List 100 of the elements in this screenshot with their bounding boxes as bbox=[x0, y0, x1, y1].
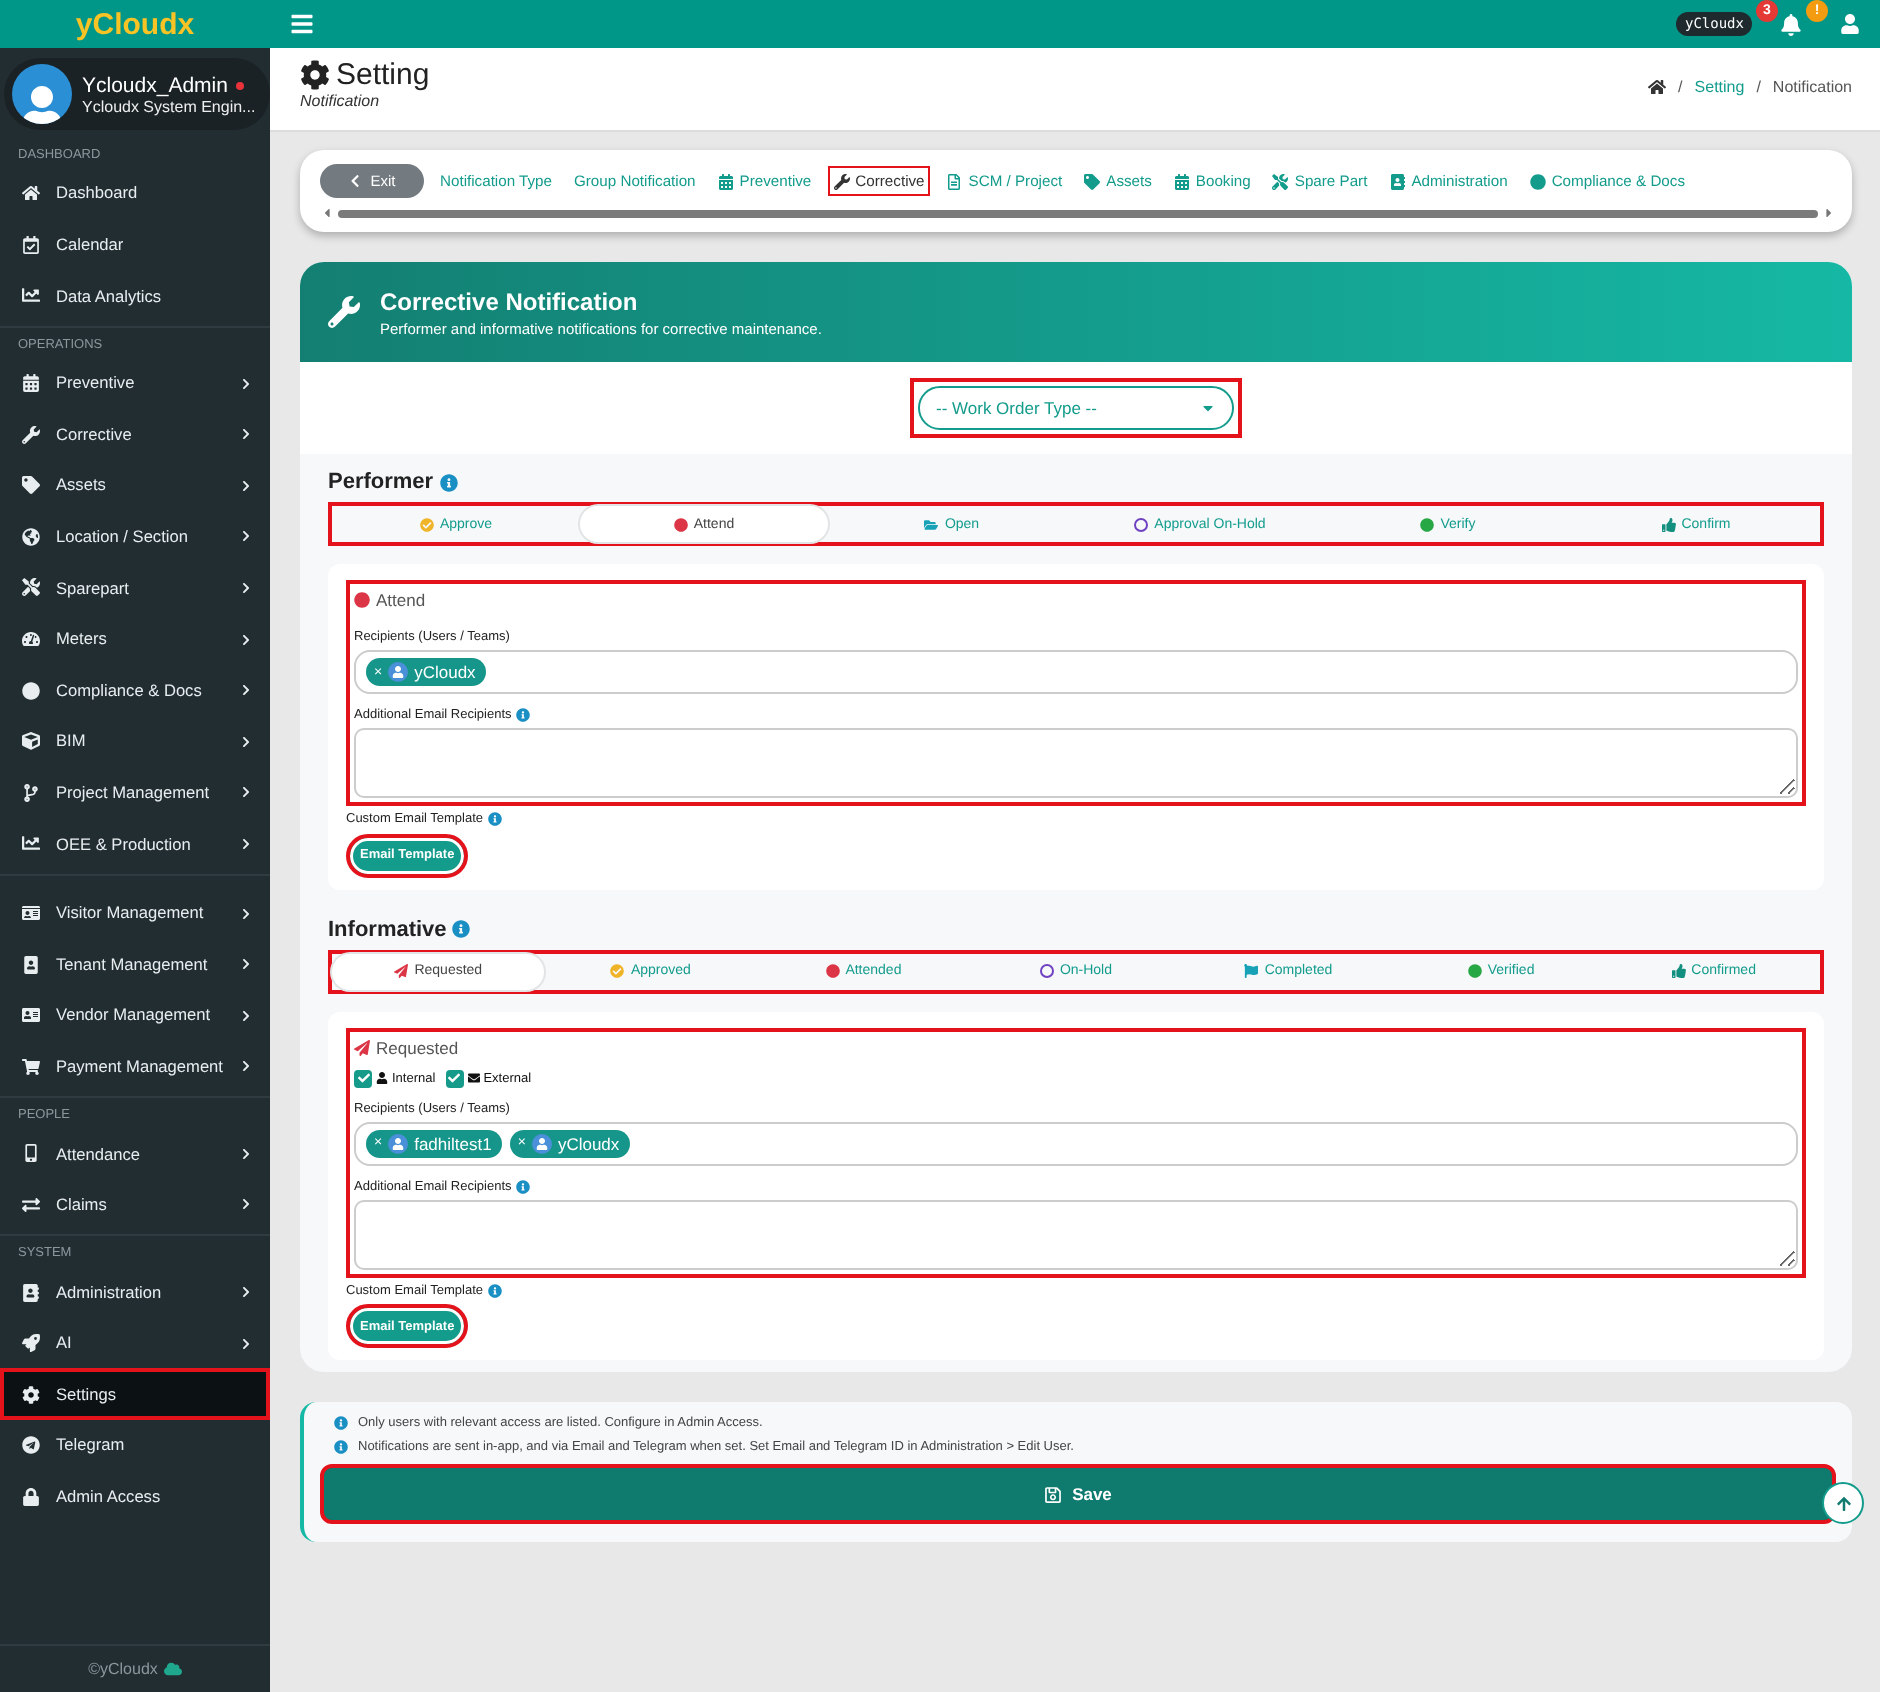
sidebar-item[interactable]: Preventive bbox=[0, 357, 270, 409]
sidebar-label: Corrective bbox=[56, 423, 134, 446]
checkbox[interactable] bbox=[445, 1069, 464, 1087]
sidebar-label: Vendor Management bbox=[56, 1004, 213, 1027]
avatar-icon bbox=[12, 64, 72, 124]
chart-icon bbox=[22, 286, 40, 305]
calendar-icon bbox=[22, 235, 40, 254]
sidebar-label: Claims bbox=[56, 1194, 109, 1216]
sidebar-label: AI bbox=[56, 1332, 74, 1355]
sidebar-item[interactable]: Payment Management bbox=[0, 1041, 270, 1093]
email-recipients-field[interactable] bbox=[354, 728, 1798, 798]
breadcrumb-separator: / bbox=[1678, 78, 1683, 96]
sidebar-label: Admin Access bbox=[56, 1486, 163, 1508]
telegram-icon bbox=[22, 1436, 40, 1455]
id-card-icon bbox=[22, 904, 40, 923]
section-heading: Informative bbox=[328, 917, 447, 941]
home-icon[interactable] bbox=[1648, 78, 1667, 96]
envelope-icon bbox=[467, 1072, 480, 1084]
sidebar-item[interactable]: Corrective bbox=[0, 408, 270, 460]
sidebar-label: Tenant Management bbox=[56, 953, 210, 975]
contact-icon bbox=[22, 1283, 40, 1302]
panel-title: Requested bbox=[376, 1037, 459, 1057]
sidebar-item[interactable]: Dashboard bbox=[0, 168, 270, 220]
sidebar-item[interactable]: Compliance & Docs bbox=[0, 664, 270, 716]
document-icon bbox=[946, 173, 963, 189]
sidebar-item[interactable]: AI bbox=[0, 1317, 270, 1369]
sidebar-item[interactable]: Admin Access bbox=[0, 1471, 270, 1523]
caret-icon bbox=[1200, 400, 1216, 416]
sidebar-label: Assets bbox=[56, 474, 108, 497]
email-recipients-field[interactable] bbox=[354, 1199, 1798, 1269]
breadcrumb-link[interactable]: Setting bbox=[1694, 78, 1745, 96]
sidebar-item[interactable]: Administration bbox=[0, 1266, 270, 1318]
page-title: Setting bbox=[336, 58, 430, 92]
wrench-icon bbox=[328, 296, 360, 328]
horizontal-scrollbar[interactable] bbox=[320, 206, 1836, 220]
save-button[interactable]: Save bbox=[320, 1464, 1836, 1524]
settings-icon bbox=[300, 60, 330, 90]
sidebar-item[interactable]: Sparepart bbox=[0, 562, 270, 614]
sidebar-item[interactable]: Attendance bbox=[0, 1128, 270, 1180]
info-icon bbox=[439, 473, 458, 491]
user-icon bbox=[388, 662, 409, 682]
contact-icon bbox=[1389, 173, 1406, 189]
globe-icon bbox=[22, 527, 40, 546]
arrows-icon bbox=[22, 1195, 40, 1214]
sidebar-item[interactable]: Data Analytics bbox=[0, 270, 270, 322]
sidebar-item[interactable]: Vendor Management bbox=[0, 989, 270, 1041]
wrench-icon bbox=[22, 425, 40, 444]
sidebar-item[interactable]: Location / Section bbox=[0, 511, 270, 563]
scroll-left-icon bbox=[320, 206, 334, 220]
card-title: Corrective Notification bbox=[380, 287, 640, 315]
scroll-top-button[interactable] bbox=[1822, 1482, 1864, 1524]
sidebar-item[interactable]: Settings bbox=[0, 1368, 270, 1421]
sidebar-item[interactable]: Visitor Management bbox=[0, 887, 270, 939]
address-card-icon bbox=[22, 1006, 40, 1025]
user-icon bbox=[388, 1133, 409, 1153]
checkbox[interactable] bbox=[354, 1069, 372, 1087]
rocket-icon bbox=[22, 1334, 40, 1353]
settings-icon bbox=[22, 1385, 40, 1404]
sidebar-item[interactable]: Tenant Management bbox=[0, 938, 270, 990]
info-icon bbox=[452, 920, 471, 938]
sidebar-item[interactable]: OEE & Production bbox=[0, 818, 270, 870]
sidebar-item[interactable]: Claims bbox=[0, 1179, 270, 1231]
phone-icon bbox=[22, 1144, 40, 1163]
circle-icon bbox=[1529, 173, 1546, 189]
user-icon bbox=[376, 1072, 388, 1084]
chevron-left-icon bbox=[348, 174, 363, 188]
sidebar-item[interactable]: BIM bbox=[0, 715, 270, 768]
sidebar-item[interactable]: Calendar bbox=[0, 219, 270, 271]
sidebar-item[interactable]: Telegram bbox=[0, 1420, 270, 1472]
cube-icon bbox=[22, 732, 40, 751]
sidebar-item[interactable]: Project Management bbox=[0, 767, 270, 819]
portrait-icon bbox=[22, 955, 40, 974]
arrow-up-icon bbox=[1835, 1495, 1851, 1511]
lock-icon bbox=[22, 1487, 40, 1506]
sidebar-label: Telegram bbox=[56, 1434, 127, 1457]
recipient-name: yCloudx bbox=[414, 662, 476, 682]
sidebar-label: Location / Section bbox=[56, 525, 190, 548]
sidebar-label: Preventive bbox=[56, 372, 137, 394]
dot-icon bbox=[354, 592, 370, 608]
menu-icon[interactable] bbox=[290, 12, 314, 36]
cart-icon bbox=[22, 1057, 40, 1076]
sidebar-label: Settings bbox=[56, 1383, 118, 1406]
sidebar-label: Data Analytics bbox=[56, 285, 164, 307]
cloud-icon bbox=[163, 1660, 182, 1678]
section-heading: Performer bbox=[328, 470, 434, 494]
tools-icon bbox=[22, 578, 40, 597]
sidebar-label: Dashboard bbox=[56, 182, 140, 205]
bell-icon[interactable] bbox=[1779, 13, 1801, 35]
user-icon[interactable] bbox=[1840, 14, 1860, 34]
breadcrumb-separator: / bbox=[1756, 78, 1761, 96]
work-order-type-select[interactable]: -- Work Order Type -- bbox=[910, 378, 1242, 438]
page-subtitle: Notification bbox=[300, 92, 382, 110]
tag-icon bbox=[22, 476, 40, 495]
sidebar-item[interactable]: Meters bbox=[0, 613, 270, 665]
recipient-name: yCloudx bbox=[557, 1133, 620, 1153]
paper-plane-icon bbox=[354, 1039, 370, 1055]
sidebar-label: Attendance bbox=[56, 1143, 142, 1165]
circle-icon bbox=[22, 681, 40, 700]
sidebar-label: Compliance & Docs bbox=[56, 679, 204, 702]
sidebar-item[interactable]: Assets bbox=[0, 459, 270, 512]
